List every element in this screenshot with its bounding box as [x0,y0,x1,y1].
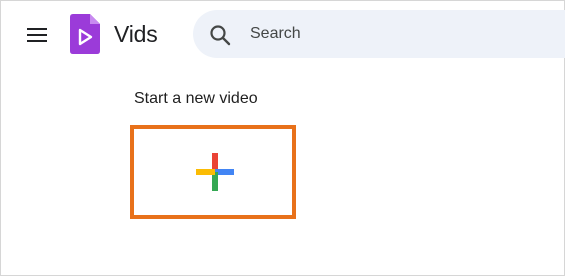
app-window: Vids Start a new video [0,0,565,276]
new-video-button[interactable] [130,125,296,219]
plus-icon [196,153,234,191]
hamburger-menu-icon [27,28,47,42]
search-icon[interactable] [209,24,231,46]
search-bar[interactable] [193,10,565,58]
vids-logo-icon[interactable] [70,14,100,54]
section-title: Start a new video [134,90,258,107]
main-menu-button[interactable] [23,22,51,48]
search-input[interactable] [250,10,565,58]
app-title: Vids [114,21,158,47]
